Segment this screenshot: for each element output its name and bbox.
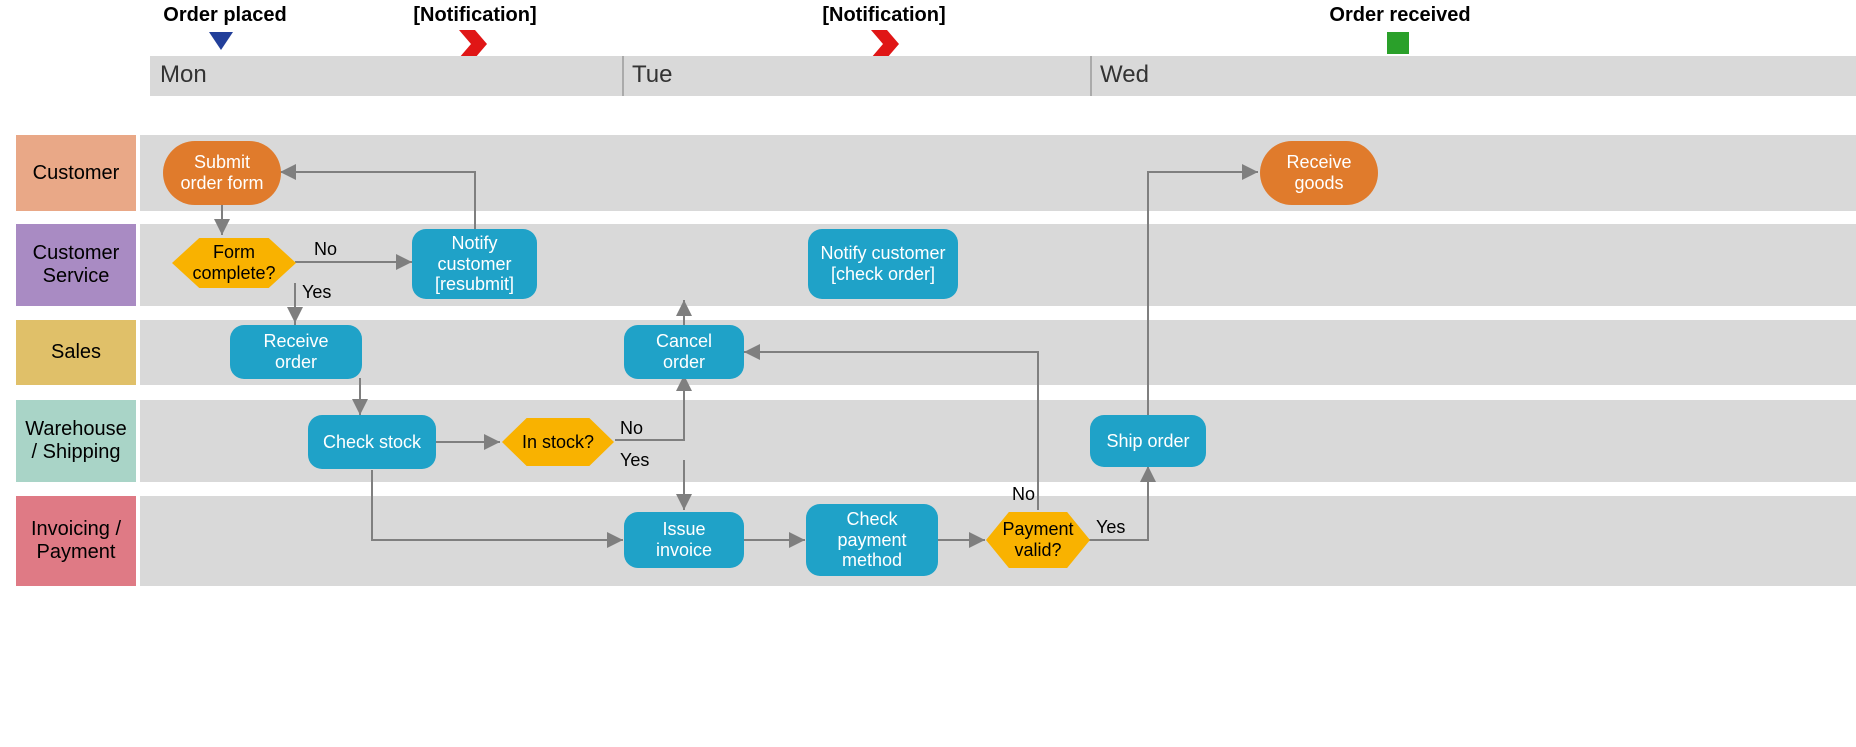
lane-head-sales: Sales: [16, 320, 136, 385]
cond-stock-yes: Yes: [620, 450, 649, 471]
node-receive-goods: Receive goods: [1260, 141, 1378, 205]
timeline-day-mon: Mon: [160, 61, 207, 89]
milestone-notification-1: [Notification]: [395, 4, 555, 27]
notification-1-icon: [459, 30, 487, 58]
order-placed-icon: [209, 32, 233, 50]
timeline-sep-tue: [622, 56, 624, 96]
order-received-icon: [1387, 32, 1409, 54]
lane-bg-customer: [140, 135, 1856, 211]
timeline-sep-wed: [1090, 56, 1092, 96]
cond-form-yes: Yes: [302, 282, 331, 303]
milestone-order-placed: Order placed: [155, 4, 295, 27]
lane-head-customer: Customer: [16, 135, 136, 211]
timeline-bar: [150, 56, 1856, 96]
lane-head-customer-service: Customer Service: [16, 224, 136, 306]
cond-stock-no: No: [620, 418, 643, 439]
node-check-payment: Check payment method: [806, 504, 938, 576]
node-check-stock: Check stock: [308, 415, 436, 469]
node-issue-invoice: Issue invoice: [624, 512, 744, 568]
milestone-order-received: Order received: [1320, 4, 1480, 27]
cond-pay-no: No: [1012, 484, 1035, 505]
lane-bg-customer-service: [140, 224, 1856, 306]
node-submit-order: Submit order form: [163, 141, 281, 205]
node-receive-order: Receive order: [230, 325, 362, 379]
timeline-day-tue: Tue: [632, 61, 672, 89]
lane-head-invoicing: Invoicing / Payment: [16, 496, 136, 586]
timeline-day-wed: Wed: [1100, 61, 1149, 89]
notification-2-icon: [871, 30, 899, 58]
lane-bg-sales: [140, 320, 1856, 385]
node-cancel-order: Cancel order: [624, 325, 744, 379]
lane-head-warehouse: Warehouse / Shipping: [16, 400, 136, 482]
cond-pay-yes: Yes: [1096, 517, 1125, 538]
cond-form-no: No: [314, 239, 337, 260]
node-notify-check-order: Notify customer [check order]: [808, 229, 958, 299]
node-notify-resubmit: Notify customer [resubmit]: [412, 229, 537, 299]
node-ship-order: Ship order: [1090, 415, 1206, 467]
milestone-notification-2: [Notification]: [804, 4, 964, 27]
swimlane-diagram: Order placed [Notification] [Notificatio…: [0, 0, 1856, 747]
